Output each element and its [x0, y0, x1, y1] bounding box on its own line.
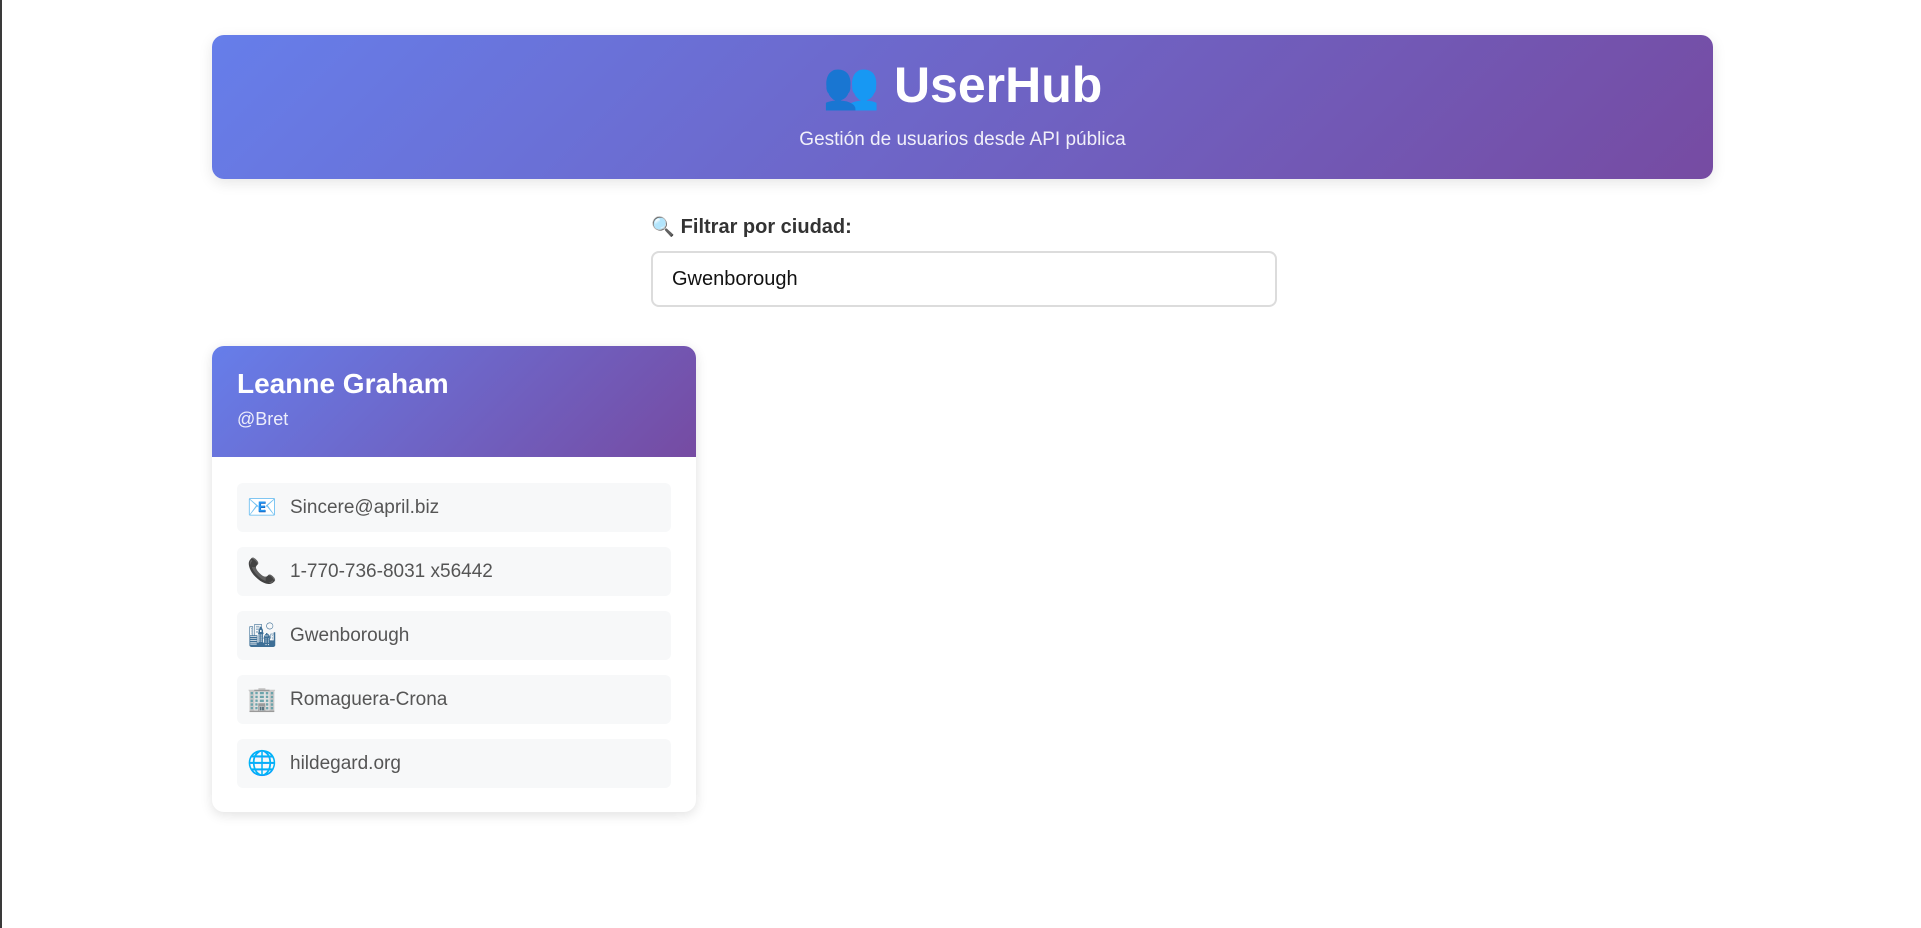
- app-header: 👥 UserHub Gestión de usuarios desde API …: [212, 35, 1713, 179]
- email-icon: 📧: [247, 493, 277, 521]
- building-icon: 🏢: [247, 685, 277, 713]
- user-website: hildegard.org: [290, 752, 401, 774]
- app-title-row: 👥 UserHub: [212, 60, 1713, 110]
- app-title: UserHub: [893, 57, 1103, 113]
- users-icon: 👥: [822, 59, 880, 111]
- user-card: Leanne Graham @Bret 📧 Sincere@april.biz …: [212, 346, 696, 812]
- user-phone: 1-770-736-8031 x56442: [290, 560, 493, 582]
- user-city: Gwenborough: [290, 624, 410, 646]
- globe-icon: 🌐: [247, 749, 277, 777]
- phone-icon: 📞: [247, 557, 277, 585]
- user-name: Leanne Graham: [237, 368, 449, 399]
- window-edge: [0, 0, 2, 928]
- user-email-row: 📧 Sincere@april.biz: [237, 483, 671, 532]
- user-company: Romaguera-Crona: [290, 688, 448, 710]
- city-filter-label: 🔍 Filtrar por ciudad:: [651, 215, 1277, 239]
- user-username: @Bret: [237, 408, 289, 429]
- user-phone-row: 📞 1-770-736-8031 x56442: [237, 547, 671, 596]
- app-subtitle: Gestión de usuarios desde API pública: [799, 129, 1126, 150]
- city-filter-label-text: Filtrar por ciudad:: [680, 215, 852, 238]
- user-email: Sincere@april.biz: [290, 496, 440, 518]
- city-icon: 🏙: [247, 621, 278, 649]
- app-container: 👥 UserHub Gestión de usuarios desde API …: [212, 35, 1713, 812]
- city-filter: 🔍 Filtrar por ciudad:: [651, 215, 1277, 307]
- user-city-row: 🏙 Gwenborough: [237, 611, 671, 660]
- user-card-header: Leanne Graham @Bret: [212, 346, 696, 457]
- user-company-row: 🏢 Romaguera-Crona: [237, 675, 671, 724]
- user-card-body: 📧 Sincere@april.biz 📞 1-770-736-8031 x56…: [212, 457, 696, 788]
- city-filter-input[interactable]: [651, 251, 1277, 307]
- search-icon: 🔍: [651, 217, 675, 238]
- user-website-row: 🌐 hildegard.org: [237, 739, 671, 788]
